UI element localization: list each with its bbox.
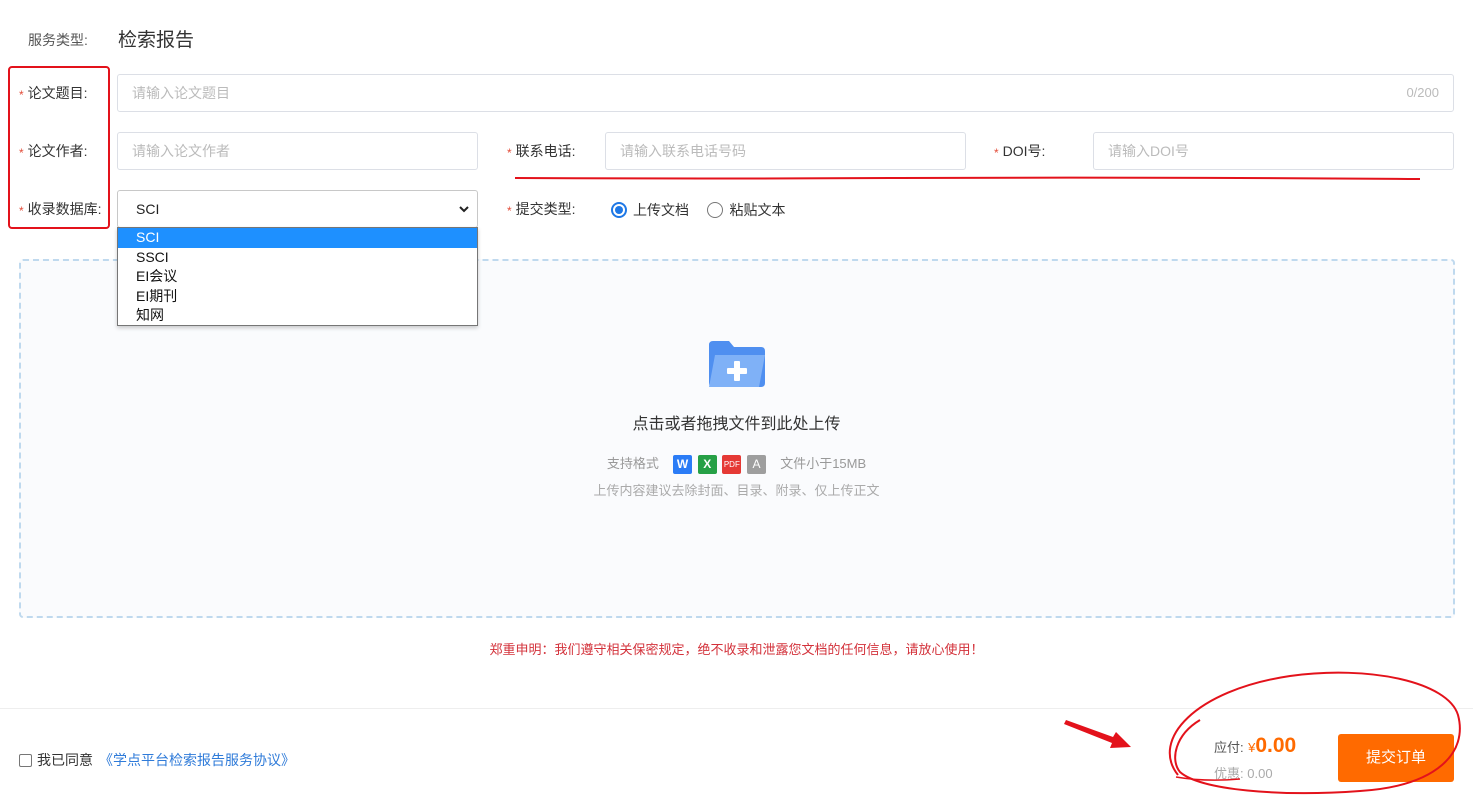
- required-mark: *: [19, 204, 24, 218]
- doi-input[interactable]: 请输入DOI号: [1093, 132, 1454, 170]
- pdf-icon: PDF: [722, 455, 742, 475]
- chevron-down-icon: [459, 206, 469, 213]
- upload-formats-row: 支持格式 W X PDF A 文件小于15MB: [0, 453, 1473, 475]
- paper-author-placeholder: 请输入论文作者: [132, 143, 230, 159]
- database-select[interactable]: SCI: [117, 190, 478, 228]
- radio-circle-checked[interactable]: [611, 202, 627, 218]
- radio-circle[interactable]: [707, 202, 724, 218]
- database-option[interactable]: EI期刊: [118, 287, 477, 307]
- database-option[interactable]: SSCI: [118, 248, 477, 268]
- radio-paste-label: 粘贴文本: [729, 202, 786, 218]
- formats-label: 支持格式: [606, 456, 659, 471]
- paper-title-input[interactable]: 请输入论文题目 0/200: [117, 74, 1454, 112]
- word-icon: W: [673, 455, 693, 475]
- agreement-link[interactable]: 《学点平台检索报告服务协议》: [99, 750, 295, 770]
- annotation-arrow: [1064, 720, 1131, 748]
- excel-icon: X: [697, 455, 717, 475]
- required-mark: *: [507, 146, 512, 160]
- agreement-row: 我已同意 《学点平台检索报告服务协议》: [19, 750, 295, 770]
- footer-divider: [0, 708, 1473, 709]
- phone-input[interactable]: 请输入联系电话号码: [605, 132, 966, 170]
- privacy-notice: 郑重申明：我们遵守相关保密规定，绝不收录和泄露您文档的任何信息，请放心使用！: [489, 642, 984, 657]
- upload-hint: 上传内容建议去除封面、目录、附录、仅上传正文: [593, 483, 880, 498]
- database-option[interactable]: 知网: [118, 306, 477, 326]
- database-dropdown: SCI SSCI EI会议 EI期刊 知网: [117, 227, 478, 326]
- discount-row: 优惠: 0.00: [1214, 763, 1273, 782]
- phone-placeholder: 请输入联系电话号码: [620, 143, 746, 159]
- file-size-limit: 文件小于15MB: [780, 456, 867, 471]
- service-type-label: 服务类型:: [28, 32, 88, 48]
- radio-upload-label: 上传文档: [633, 202, 689, 218]
- paper-author-input[interactable]: 请输入论文作者: [117, 132, 478, 170]
- upload-title: 点击或者拖拽文件到此处上传: [632, 416, 841, 433]
- required-mark: *: [19, 88, 24, 102]
- radio-upload-document[interactable]: 上传文档: [611, 200, 689, 220]
- discount-label: 优惠:: [1214, 766, 1244, 781]
- submit-type-radio-group: 上传文档 粘贴文本: [611, 200, 799, 223]
- discount-amount: 0.00: [1247, 766, 1273, 781]
- phone-label: * 联系电话:: [507, 143, 576, 160]
- payable-label: 应付:: [1214, 740, 1244, 755]
- agreement-checkbox[interactable]: [19, 753, 32, 767]
- title-char-counter: 0/200: [1406, 85, 1439, 100]
- database-selected-value: SCI: [136, 201, 160, 217]
- required-mark: *: [994, 146, 999, 160]
- submit-order-button[interactable]: 提交订单: [1338, 734, 1454, 782]
- payable-row: 应付: ¥0.00: [1214, 734, 1296, 758]
- radio-paste-text[interactable]: 粘贴文本: [707, 200, 785, 220]
- submit-type-label: * 提交类型:: [507, 201, 576, 218]
- required-mark: *: [507, 204, 512, 218]
- database-option[interactable]: EI会议: [118, 267, 477, 287]
- paper-title-placeholder: 请输入论文题目: [132, 85, 230, 101]
- database-option[interactable]: SCI: [118, 228, 477, 248]
- doi-placeholder: 请输入DOI号: [1108, 143, 1189, 159]
- text-file-icon: A: [746, 455, 766, 475]
- paper-title-label: * 论文题目:: [19, 85, 88, 102]
- database-label: * 收录数据库:: [19, 201, 102, 218]
- payable-amount: 0.00: [1255, 734, 1297, 757]
- service-type-value: 检索报告: [118, 30, 195, 51]
- paper-author-label: * 论文作者:: [19, 143, 88, 160]
- required-mark: *: [19, 146, 24, 160]
- agreement-prefix: 我已同意: [37, 752, 93, 768]
- add-folder-icon[interactable]: [707, 339, 767, 389]
- doi-label: * DOI号:: [994, 143, 1046, 160]
- annotation-underline: [514, 176, 1421, 180]
